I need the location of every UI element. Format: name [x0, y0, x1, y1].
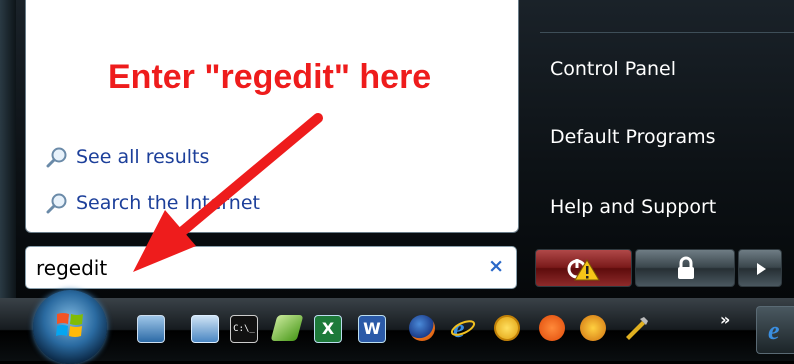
start-search-box[interactable]: × — [25, 246, 517, 289]
command-prompt-icon[interactable]: C:\_ — [230, 315, 258, 343]
firefox-icon[interactable] — [409, 315, 435, 341]
power-options-arrow-button[interactable] — [738, 249, 782, 287]
start-menu: See all results Search the Internet × Co… — [0, 0, 794, 298]
lock-button[interactable] — [635, 249, 735, 287]
default-programs-item[interactable]: Default Programs — [550, 126, 716, 148]
arrow-right-icon — [757, 263, 766, 275]
power-controls — [535, 249, 790, 287]
svg-text:e: e — [768, 317, 780, 343]
search-internet-label: Search the Internet — [76, 192, 260, 214]
power-button[interactable] — [535, 249, 632, 287]
internet-explorer-icon[interactable]: e — [450, 314, 476, 343]
search-internet-link[interactable]: Search the Internet — [46, 192, 260, 214]
orange-app-icon[interactable] — [539, 315, 565, 341]
game-icon[interactable] — [580, 315, 606, 341]
right-panel: Control Panel Default Programs Help and … — [540, 0, 794, 240]
taskbar-more-button[interactable]: » — [720, 310, 730, 329]
search-icon — [46, 147, 67, 168]
search-results-pane: See all results Search the Internet — [25, 0, 519, 233]
notes-icon[interactable] — [270, 315, 304, 341]
right-panel-divider — [540, 32, 794, 33]
start-search-input[interactable] — [36, 253, 466, 283]
help-and-support-item[interactable]: Help and Support — [550, 196, 716, 218]
switch-windows-icon[interactable] — [191, 315, 219, 343]
start-button[interactable] — [33, 290, 107, 364]
control-panel-item[interactable]: Control Panel — [550, 58, 676, 80]
annotation-text: Enter "regedit" here — [108, 58, 432, 96]
see-all-results-label: See all results — [76, 146, 210, 168]
see-all-results-link[interactable]: See all results — [46, 146, 209, 168]
clear-search-button[interactable]: × — [488, 255, 504, 277]
internet-explorer-icon: e — [768, 317, 780, 343]
globe-icon[interactable] — [494, 315, 520, 341]
tool-icon[interactable] — [622, 315, 648, 341]
windows-logo-icon — [56, 313, 83, 337]
taskbar: C:\_ X W e » e — [0, 290, 794, 364]
search-icon — [46, 193, 67, 214]
show-desktop-icon[interactable] — [137, 315, 165, 343]
word-icon[interactable]: W — [358, 315, 386, 343]
lock-icon — [678, 256, 694, 279]
excel-icon[interactable]: X — [314, 315, 342, 343]
power-icon — [567, 259, 600, 281]
internet-explorer-task-button[interactable]: e — [756, 306, 794, 354]
